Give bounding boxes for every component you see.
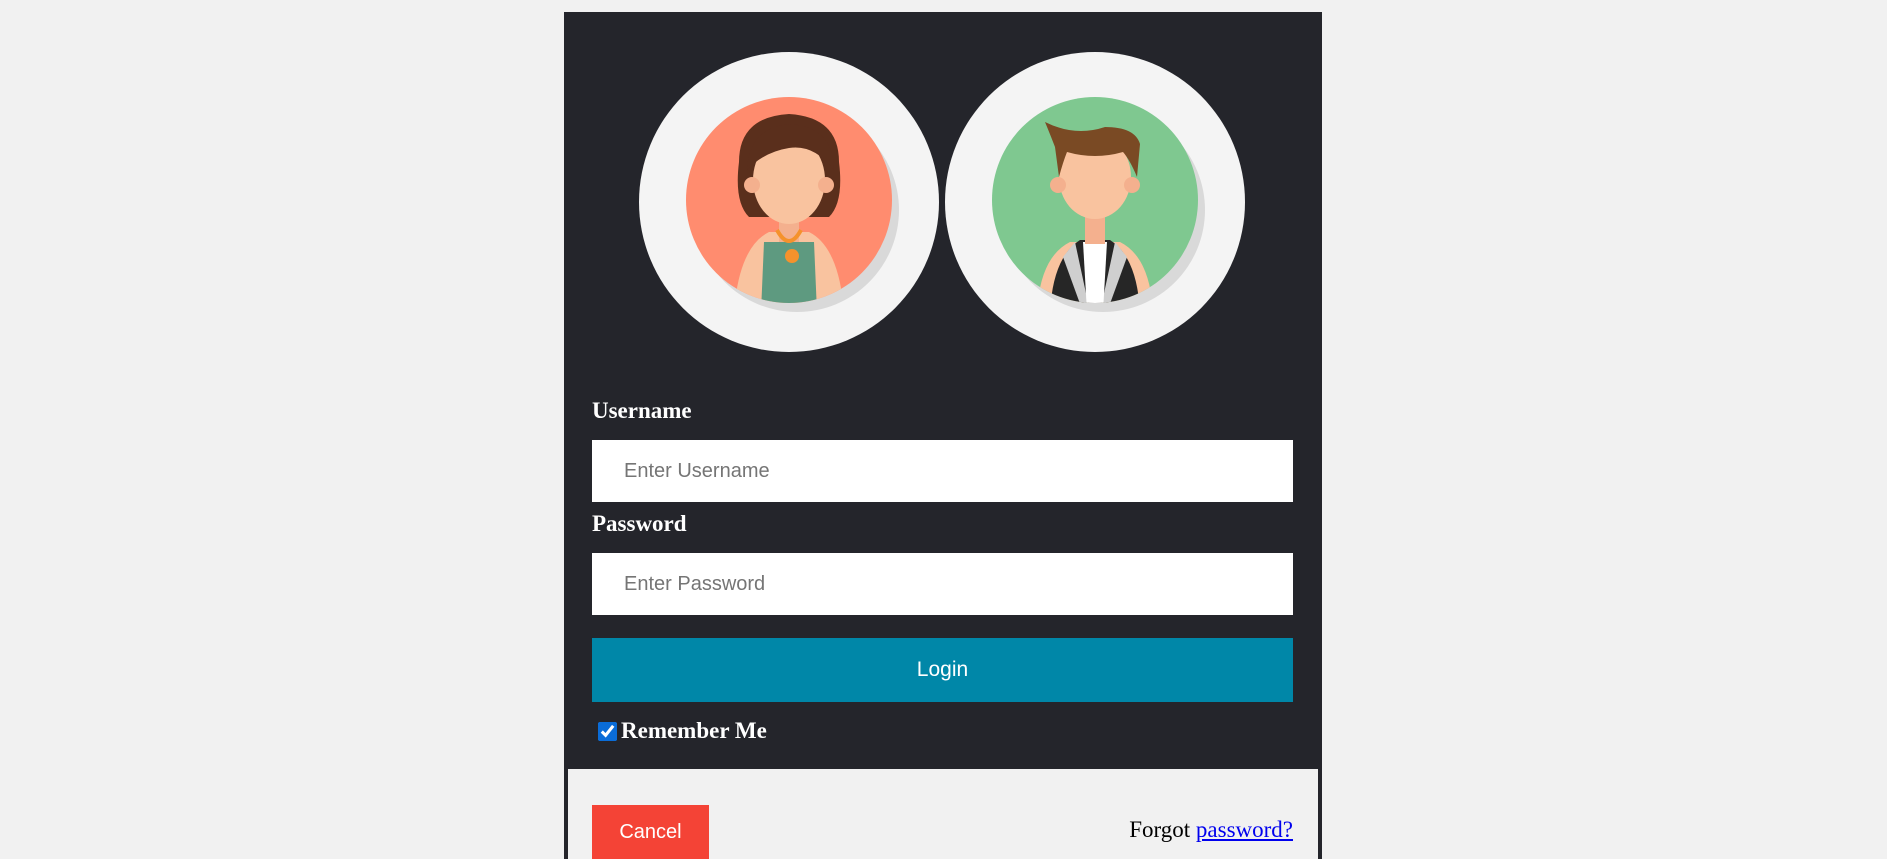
forgot-password-link[interactable]: password?: [1196, 817, 1293, 842]
remember-me-checkbox[interactable]: [598, 721, 617, 741]
remember-me-label: Remember Me: [621, 718, 767, 743]
avatar-group: [639, 52, 1249, 356]
password-input[interactable]: [592, 553, 1293, 615]
password-label: Password: [592, 511, 687, 536]
login-button[interactable]: Login: [592, 638, 1293, 702]
forgot-password-text: Forgot password?: [1129, 817, 1293, 843]
male-avatar: [945, 52, 1245, 352]
forgot-prefix: Forgot: [1129, 817, 1191, 842]
female-avatar: [639, 52, 939, 352]
remember-me: Remember Me: [598, 718, 767, 744]
username-input[interactable]: [592, 440, 1293, 502]
username-label: Username: [592, 398, 692, 423]
female-avatar-icon: [686, 97, 899, 312]
male-avatar-icon: [992, 97, 1205, 312]
login-card: Username Password Login Remember Me Canc…: [564, 12, 1322, 859]
card-footer: Cancel Forgot password?: [568, 769, 1318, 859]
cancel-button[interactable]: Cancel: [592, 805, 709, 859]
